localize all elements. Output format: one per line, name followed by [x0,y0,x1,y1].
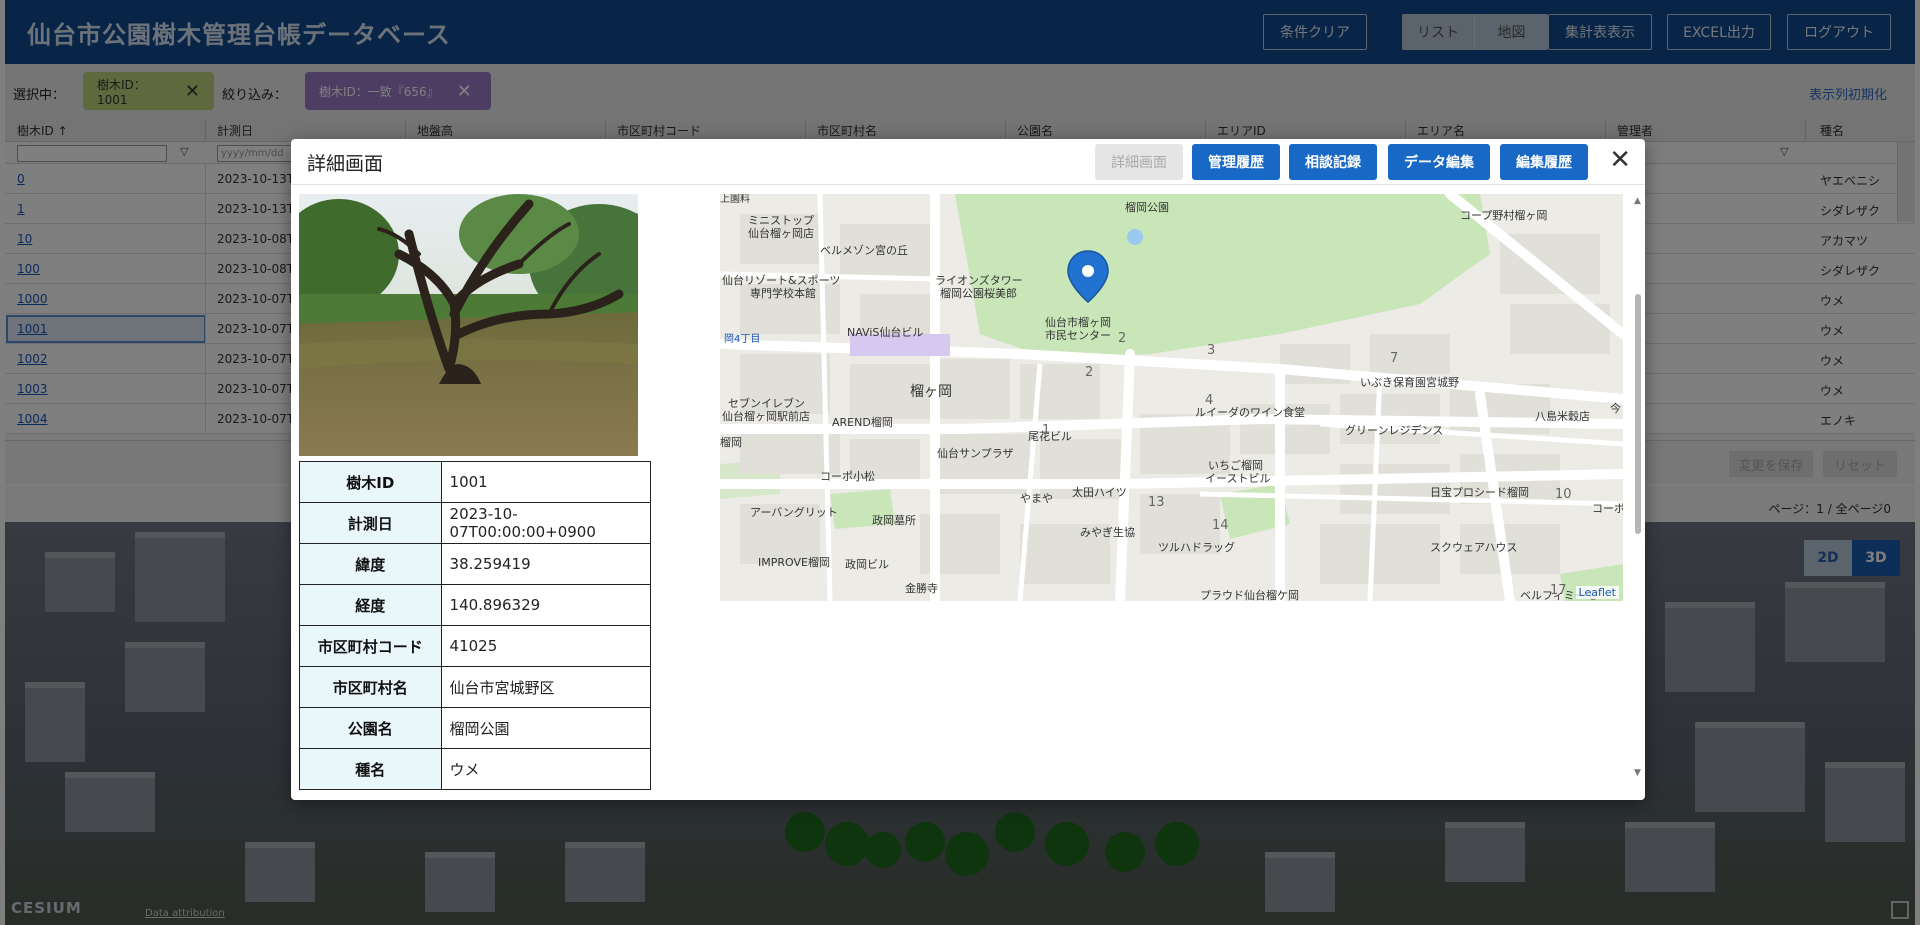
map-block-number: 4 [1205,393,1213,408]
field-value: 仙台市宮城野区 [440,666,651,708]
map-label: スクウェアハウス [1430,541,1518,554]
map-block-number: 13 [1148,495,1165,510]
field-key: 樹木ID [299,461,442,503]
field-value: 榴岡公園 [440,707,651,749]
map-label: コーボ [1592,502,1623,515]
management-history-button[interactable]: 管理履歴 [1192,144,1280,180]
map-label: 専門学校本館 [750,286,816,300]
map-label: プラウド仙台榴ケ岡 [1200,588,1299,601]
map-label: 仙台榴ヶ岡店 [748,226,814,240]
map-block-number: 17 [1550,583,1567,598]
map-block-number: 2 [1085,365,1093,380]
map-label: IMPROVE榴岡 [758,555,830,569]
map-label: 上園料 [720,194,750,205]
map-label: 岡4丁目 [724,333,760,345]
map-label: セブンイレブン [728,396,805,410]
map-label: いちご榴岡 [1208,458,1263,472]
detail-modal: 詳細画面 詳細画面 管理履歴 相談記録 データ編集 編集履歴 ✕ 樹木ID 10… [291,139,1645,800]
field-value: ウメ [440,748,651,790]
map-label: NAViS仙台ビル [847,325,923,339]
field-value: 2023-10-07T00:00:00+0900 [440,502,651,544]
leaflet-attribution-link[interactable]: Leaflet [1575,586,1619,599]
map-label: 仙台リゾート&スポーツ [722,273,840,287]
field-value: 1001 [440,461,651,503]
map-label: いぶき保育園宮城野 [1360,375,1459,389]
scroll-up-icon[interactable]: ▲ [1634,196,1641,206]
map-label: ベルメゾン宮の丘 [820,243,908,257]
map-label: ミニストップ [748,214,814,227]
map-label: 太田ハイツ [1072,486,1127,499]
map-label: 金勝寺 [905,581,938,595]
map-block-number: 14 [1212,518,1229,533]
field-key: 市区町村コード [299,625,442,667]
map-label: 榴岡公園桜美郎 [940,286,1017,300]
map-label: 榴岡 [720,435,742,449]
field-key: 市区町村名 [299,666,442,708]
close-icon[interactable]: ✕ [1609,147,1631,173]
map-label: 仙台市榴ヶ岡 [1045,315,1111,329]
modal-scrollbar[interactable]: ▲ ▼ [1631,194,1645,784]
map-label: 八島米穀店 [1535,409,1590,423]
field-key: 種名 [299,748,442,790]
map-label: 仙台榴ヶ岡駅前店 [722,409,810,423]
field-key: 計測日 [299,502,442,544]
field-key: 緯度 [299,543,442,585]
map-label: コーポ小松 [820,469,875,483]
map-label: コープ野村榴ヶ岡 [1460,208,1547,222]
map-label: やまや [1020,492,1053,505]
map-label: 今 [1610,401,1621,415]
map-label: 市民センター [1045,328,1111,342]
map-block-number: 7 [1390,351,1398,366]
attribute-table: 樹木ID 1001 計測日 2023-10-07T00:00:00+0900 緯度 3… [299,461,651,790]
tree-photo [299,194,638,456]
field-value: 38.259419 [440,543,651,585]
map-label: 政岡ビル [845,557,889,571]
field-key: 経度 [299,584,442,626]
map-label: 日宝プロシード榴岡 [1430,485,1529,499]
map-label: イーストビル [1205,472,1270,485]
field-value: 140.896329 [440,584,651,626]
edit-history-button[interactable]: 編集履歴 [1500,144,1588,180]
data-edit-button[interactable]: データ編集 [1388,144,1490,180]
scroll-thumb[interactable] [1635,294,1641,534]
map-label: AREND榴岡 [832,415,893,429]
map-label: 榴ヶ岡 [910,384,952,400]
map-block-number: 3 [1207,343,1215,358]
field-key: 公園名 [299,707,442,749]
map-label: ライオンズタワー [935,273,1023,287]
map-block-number: 1 [1042,423,1050,438]
field-value: 41025 [440,625,651,667]
map-block-number: 10 [1555,487,1572,502]
detail-view-button[interactable]: 詳細画面 [1095,144,1183,180]
map-label: みやぎ生協 [1080,525,1135,539]
map-label: 政岡墓所 [872,513,916,527]
attribute-table-container: 樹木ID 1001 計測日 2023-10-07T00:00:00+0900 緯度 3… [291,461,651,796]
consultation-record-button[interactable]: 相談記録 [1289,144,1377,180]
location-map[interactable]: 榴岡公園 コープ野村榴ヶ岡 ミニストップ 仙台榴ヶ岡店 ベルメゾン宮の丘 ライオ… [720,194,1623,601]
map-label: ツルハドラッグ [1158,540,1235,554]
map-label: アーバングリット [750,505,838,519]
map-label: グリーンレジデンス [1345,423,1443,437]
scroll-down-icon[interactable]: ▼ [1634,768,1641,778]
map-label: 仙台サンプラザ [937,446,1014,460]
map-block-number: 2 [1118,331,1126,346]
modal-title: 詳細画面 [307,153,384,175]
map-label: 榴岡公園 [1125,200,1169,214]
